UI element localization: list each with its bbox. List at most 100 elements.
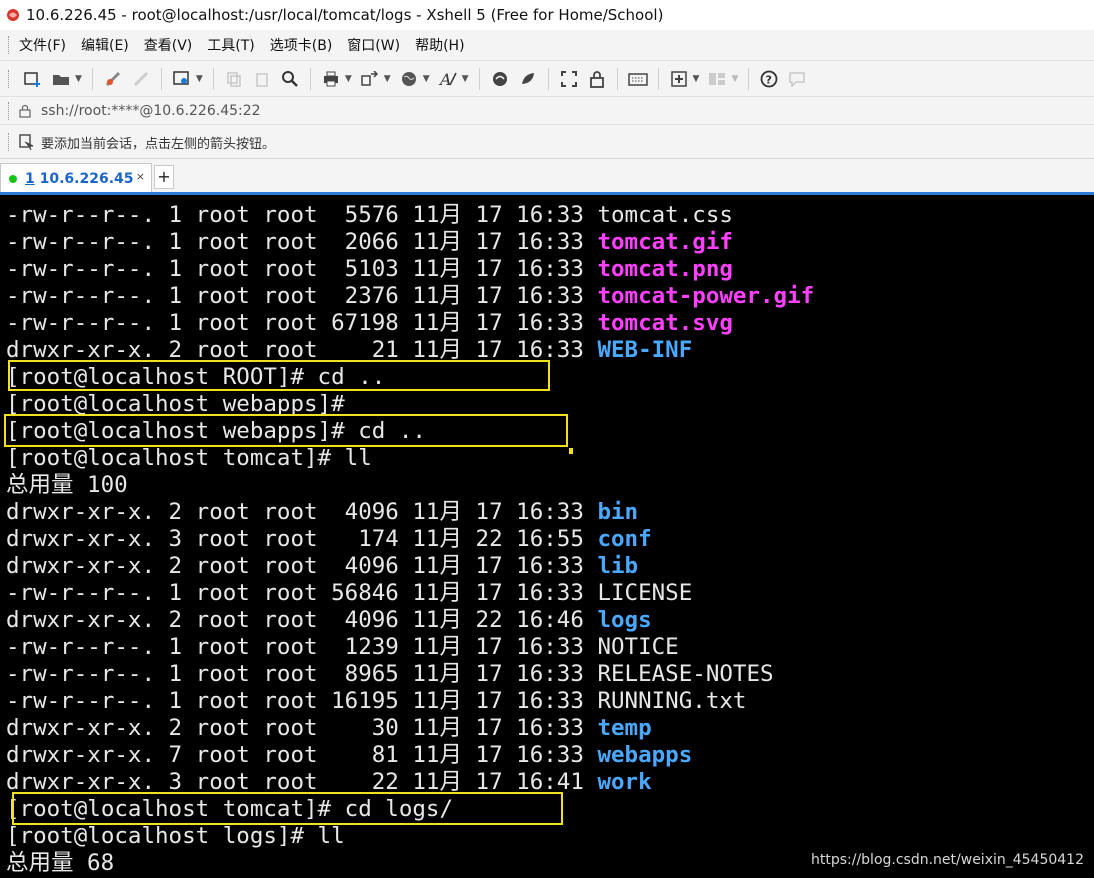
terminal-line: -rw-r--r--. 1 root root 2376 11月 17 16:3…: [6, 283, 814, 310]
font-dropdown-icon[interactable]: ▼: [462, 74, 469, 84]
grip-handle: [8, 36, 11, 54]
connect-icon[interactable]: [102, 68, 124, 90]
terminal-line: -rw-r--r--. 1 root root 16195 11月 17 16:…: [6, 688, 814, 715]
file-name: tomcat-power.gif: [597, 283, 815, 309]
terminal-line-text: -rw-r--r--. 1 root root 56846 11月 17 16:…: [6, 580, 598, 606]
copy-icon[interactable]: [223, 68, 245, 90]
address-grip: [8, 102, 11, 120]
toolbar-grip: [8, 70, 11, 88]
terminal-line-text: drwxr-xr-x. 7 root root 81 11月 17 16:33: [6, 742, 598, 768]
toolbar-separator: [616, 68, 618, 90]
terminal-line: 总用量 100: [6, 472, 814, 499]
session-address-input[interactable]: [37, 100, 1094, 122]
file-name: conf: [597, 526, 652, 552]
xftp-icon[interactable]: [489, 68, 511, 90]
menu-help[interactable]: 帮助(H): [415, 35, 464, 55]
globe-icon[interactable]: [398, 68, 420, 90]
open-folder-icon[interactable]: [50, 68, 72, 90]
file-name: RUNNING.txt: [597, 688, 747, 714]
terminal-line: [root@localhost logs]# ll: [6, 823, 814, 850]
watermark: https://blog.csdn.net/weixin_45450412: [810, 852, 1084, 868]
add-session-arrow-icon[interactable]: [19, 134, 35, 150]
file-name: tomcat.svg: [597, 310, 733, 336]
terminal-line-text: 总用量 68: [6, 850, 115, 876]
svg-text:A: A: [438, 70, 452, 88]
find-icon[interactable]: [279, 68, 301, 90]
terminal-line-text: drwxr-xr-x. 2 root root 4096 11月 22 16:4…: [6, 607, 598, 633]
menu-tools[interactable]: 工具(T): [207, 35, 254, 55]
toolbar-separator: [657, 68, 659, 90]
xmanager-icon[interactable]: [517, 68, 539, 90]
terminal-lines: -rw-r--r--. 1 root root 5576 11月 17 16:3…: [6, 202, 814, 877]
file-name: RELEASE-NOTES: [597, 661, 774, 687]
hint-grip: [8, 133, 11, 151]
terminal-line: -rw-r--r--. 1 root root 5576 11月 17 16:3…: [6, 202, 814, 229]
properties-dropdown-icon[interactable]: ▼: [196, 74, 203, 84]
terminal-line-text: -rw-r--r--. 1 root root 16195 11月 17 16:…: [6, 688, 598, 714]
terminal-line: drwxr-xr-x. 2 root root 4096 11月 17 16:3…: [6, 553, 814, 580]
add-icon[interactable]: [668, 68, 690, 90]
toolbar: ▼ ▼ ▼ ▼ ▼ A ▼ ▼ ▼ ?: [0, 60, 1094, 97]
terminal-line-text: drwxr-xr-x. 2 root root 4096 11月 17 16:3…: [6, 499, 598, 525]
file-name: NOTICE: [597, 634, 679, 660]
fullscreen-icon[interactable]: [558, 68, 580, 90]
terminal-line-text: 总用量 100: [6, 472, 128, 498]
layout-icon[interactable]: [706, 68, 728, 90]
title-bar: 10.6.226.45 - root@localhost:/usr/local/…: [0, 0, 1094, 30]
lock-icon[interactable]: [586, 68, 608, 90]
file-name: WEB-INF: [597, 337, 693, 363]
terminal-line: drwxr-xr-x. 2 root root 4096 11月 22 16:4…: [6, 607, 814, 634]
help-icon[interactable]: ?: [758, 68, 780, 90]
open-dropdown-icon[interactable]: ▼: [75, 74, 82, 84]
xshell-logo-icon: [7, 9, 19, 21]
menu-window[interactable]: 窗口(W): [347, 35, 400, 55]
globe-dropdown-icon[interactable]: ▼: [423, 74, 430, 84]
menu-bar: 文件(F) 编辑(E) 查看(V) 工具(T) 选项卡(B) 窗口(W) 帮助(…: [0, 30, 1094, 60]
hint-text: 要添加当前会话，点击左侧的箭头按钮。: [41, 136, 276, 152]
layout-dropdown-icon[interactable]: ▼: [731, 74, 738, 84]
session-tab[interactable]: 1 10.6.226.45 ×: [0, 163, 152, 193]
transfer-icon[interactable]: [359, 68, 381, 90]
file-name: webapps: [597, 742, 693, 768]
new-tab-button[interactable]: +: [154, 165, 174, 189]
print-dropdown-icon[interactable]: ▼: [345, 74, 352, 84]
hint-bar: 要添加当前会话，点击左侧的箭头按钮。: [0, 124, 1094, 159]
terminal-line: 总用量 68: [6, 850, 814, 877]
terminal-output[interactable]: -rw-r--r--. 1 root root 5576 11月 17 16:3…: [0, 192, 1094, 878]
add-dropdown-icon[interactable]: ▼: [693, 74, 700, 84]
toolbar-separator: [212, 68, 214, 90]
highlight-box-cd-root: [8, 360, 550, 391]
toolbar-separator: [160, 68, 162, 90]
svg-text:?: ?: [766, 74, 772, 87]
menu-view[interactable]: 查看(V): [144, 35, 193, 55]
window-title: 10.6.226.45 - root@localhost:/usr/local/…: [26, 6, 664, 24]
chat-icon[interactable]: [786, 68, 808, 90]
disconnect-icon[interactable]: [130, 68, 152, 90]
properties-icon[interactable]: [171, 68, 193, 90]
paste-icon[interactable]: [251, 68, 273, 90]
file-name: bin: [597, 499, 639, 525]
terminal-line-text: -rw-r--r--. 1 root root 5103 11月 17 16:3…: [6, 256, 598, 282]
file-name: tomcat.png: [597, 256, 733, 282]
transfer-dropdown-icon[interactable]: ▼: [384, 74, 391, 84]
menu-edit[interactable]: 编辑(E): [81, 35, 129, 55]
file-name: work: [597, 769, 652, 795]
terminal-line: -rw-r--r--. 1 root root 56846 11月 17 16:…: [6, 580, 814, 607]
lock-icon: [19, 104, 31, 118]
file-name: tomcat.gif: [597, 229, 733, 255]
print-icon[interactable]: [320, 68, 342, 90]
menu-file[interactable]: 文件(F): [19, 35, 66, 55]
menu-tabs[interactable]: 选项卡(B): [270, 35, 333, 55]
keyboard-icon[interactable]: [627, 68, 649, 90]
toolbar-separator: [478, 68, 480, 90]
terminal-line-text: drwxr-xr-x. 3 root root 174 11月 22 16:55: [6, 526, 598, 552]
font-icon[interactable]: A: [437, 68, 459, 90]
file-name: lib: [597, 553, 639, 579]
connected-status-icon: [9, 174, 17, 183]
new-session-icon[interactable]: [22, 68, 44, 90]
terminal-line-text: -rw-r--r--. 1 root root 2066 11月 17 16:3…: [6, 229, 598, 255]
terminal-line-text: [root@localhost logs]# ll: [6, 823, 345, 849]
close-icon[interactable]: ×: [136, 170, 145, 183]
terminal-line: -rw-r--r--. 1 root root 2066 11月 17 16:3…: [6, 229, 814, 256]
terminal-line-text: -rw-r--r--. 1 root root 8965 11月 17 16:3…: [6, 661, 598, 687]
